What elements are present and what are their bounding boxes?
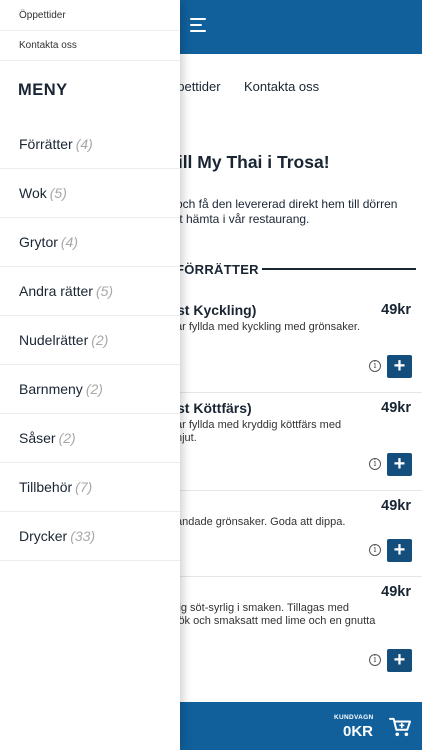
dish-price: 49kr — [381, 584, 411, 600]
menu-heading: MENY — [18, 81, 68, 99]
category-count: (5) — [95, 283, 114, 299]
category-count: (4) — [60, 234, 79, 250]
category-name: Tillbehör — [19, 479, 73, 495]
divider — [0, 60, 180, 61]
dish-description: andade grönsaker. Goda att dippa. — [176, 516, 345, 529]
add-to-cart-button[interactable]: + — [387, 649, 412, 672]
dish-description-line: njut. — [176, 432, 197, 444]
cart-icon[interactable] — [389, 717, 411, 737]
menu-category-nudelratter[interactable]: Nudelrätter (2) — [0, 316, 180, 365]
category-label: Barnmeny (2) — [19, 381, 103, 397]
info-icon[interactable]: i — [369, 654, 381, 666]
info-icon[interactable]: i — [369, 458, 381, 470]
dish-description-line: ar fyllda med kyckling med grönsaker. — [176, 321, 361, 333]
info-icon[interactable]: i — [369, 360, 381, 372]
category-count: (2) — [91, 332, 109, 348]
category-count: (2) — [58, 430, 76, 446]
menu-category-grytor[interactable]: Grytor (4) — [0, 218, 180, 267]
dish-description: ar fyllda med kyckling med grönsaker. — [176, 321, 360, 334]
intro-line: tt hämta i vår restaurang. — [176, 212, 310, 226]
cart-total: 0KR — [343, 723, 374, 740]
dish-price: 49kr — [381, 498, 411, 514]
divider — [176, 576, 422, 577]
category-name: Wok — [19, 185, 47, 201]
menu-category-tillbehor[interactable]: Tillbehör (7) — [0, 463, 180, 512]
menu-category-drycker[interactable]: Drycker (33) — [0, 512, 180, 561]
add-to-cart-button[interactable]: + — [387, 539, 412, 562]
hamburger-icon[interactable] — [190, 18, 206, 34]
category-label: Förrätter (4) — [19, 136, 93, 152]
category-label: Tillbehör (7) — [19, 479, 92, 495]
category-name: Nudelrätter — [19, 332, 89, 348]
category-name: Förrätter — [19, 136, 73, 152]
intro-line: och få den levererad direkt hem till dör… — [176, 197, 398, 211]
drawer-link-opening-hours[interactable]: Öppettider — [19, 10, 66, 21]
menu-category-wok[interactable]: Wok (5) — [0, 169, 180, 218]
category-count: (33) — [70, 528, 96, 544]
category-name: Grytor — [19, 234, 58, 250]
category-label: Andra rätter (5) — [19, 283, 113, 299]
category-name: Andra rätter — [19, 283, 93, 299]
dish-description: lig söt-syrlig i smaken. Tillagas med lö… — [176, 602, 375, 628]
dish-price: 49kr — [381, 302, 411, 318]
welcome-heading: till My Thai i Trosa! — [172, 152, 330, 172]
dish-description-line: andade grönsaker. Goda att dippa. — [176, 516, 346, 528]
category-name: Barnmeny — [19, 381, 83, 397]
category-count: (5) — [49, 185, 67, 201]
section-header: FÖRRÄTTER — [176, 262, 416, 278]
info-icon[interactable]: i — [369, 544, 381, 556]
category-name: Drycker — [19, 528, 68, 544]
dish-description-line: lig söt-syrlig i smaken. Tillagas med — [176, 602, 350, 614]
section-divider — [262, 268, 416, 270]
add-to-cart-button[interactable]: + — [387, 453, 412, 476]
dish-name: st Köttfärs) — [177, 400, 252, 416]
menu-category-saser[interactable]: Såser (2) — [0, 414, 180, 463]
category-label: Nudelrätter (2) — [19, 332, 108, 348]
dish-description: ar fyllda med kryddig köttfärs med njut. — [176, 419, 341, 445]
category-count: (7) — [75, 479, 93, 495]
category-count: (4) — [75, 136, 93, 152]
menu-category-barnmeny[interactable]: Barnmeny (2) — [0, 365, 180, 414]
dish-description-line: ar fyllda med kryddig köttfärs med — [176, 419, 342, 431]
cart-label: KUNDVAGN — [334, 714, 374, 721]
drawer-link-contact[interactable]: Kontakta oss — [19, 40, 77, 51]
section-title: FÖRRÄTTER — [176, 262, 259, 277]
divider — [0, 30, 180, 31]
divider — [176, 392, 422, 393]
category-label: Såser (2) — [19, 430, 76, 446]
category-count: (2) — [85, 381, 103, 397]
menu-category-forratter[interactable]: Förrätter (4) — [0, 120, 180, 169]
intro-text: och få den levererad direkt hem till dör… — [176, 197, 397, 227]
dish-name: st Kyckling) — [177, 302, 257, 318]
dish-description-line: lök och smaksatt med lime och en gnutta — [176, 615, 376, 627]
divider — [176, 490, 422, 491]
dish-price: 49kr — [381, 400, 411, 416]
category-label: Grytor (4) — [19, 234, 78, 250]
side-drawer: Öppettider Kontakta oss MENY Förrätter (4… — [0, 0, 180, 750]
nav-link-contact[interactable]: Kontakta oss — [244, 79, 319, 94]
category-name: Såser — [19, 430, 56, 446]
add-to-cart-button[interactable]: + — [387, 355, 412, 378]
category-label: Wok (5) — [19, 185, 67, 201]
menu-category-andra-ratter[interactable]: Andra rätter (5) — [0, 267, 180, 316]
category-label: Drycker (33) — [19, 528, 95, 544]
